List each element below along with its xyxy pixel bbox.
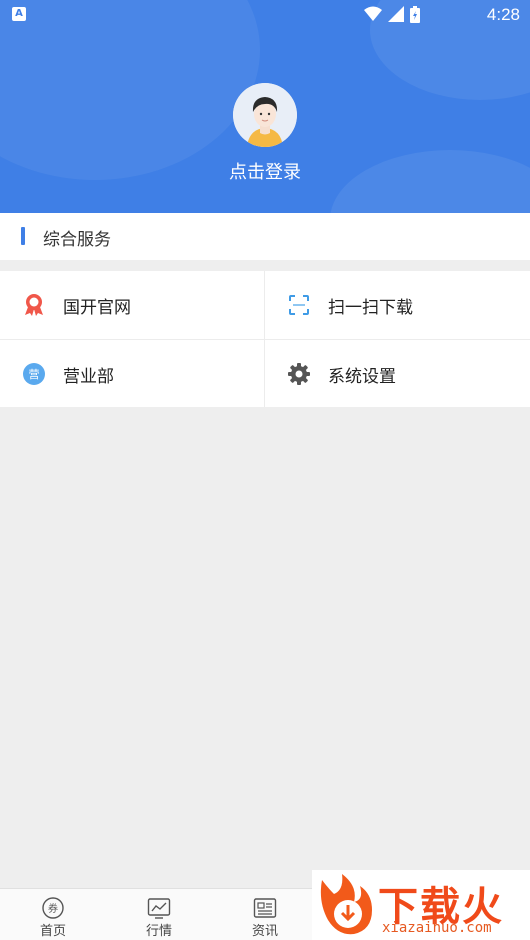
service-branch[interactable]: 营 营业部 bbox=[0, 340, 264, 408]
section-accent-bar bbox=[21, 227, 25, 245]
status-time: 4:28 bbox=[486, 5, 520, 24]
home-coupon-icon: 券 bbox=[42, 897, 64, 919]
avatar[interactable] bbox=[233, 83, 297, 147]
branch-icon: 营 bbox=[23, 363, 45, 385]
scan-icon bbox=[289, 295, 309, 315]
section-header: 综合服务 bbox=[0, 213, 530, 260]
market-chart-icon bbox=[147, 898, 171, 919]
wifi-icon bbox=[364, 6, 382, 21]
tab-news[interactable]: 资讯 bbox=[212, 893, 318, 939]
tab-label: 首页 bbox=[39, 924, 66, 939]
download-fire-logo-icon bbox=[320, 874, 372, 935]
signal-icon bbox=[388, 6, 404, 22]
login-link[interactable]: 点击登录 bbox=[0, 158, 530, 184]
user-avatar-icon bbox=[233, 83, 297, 147]
services-grid: 国开官网 扫一扫下载 营 营业部 系统设置 bbox=[0, 271, 530, 407]
status-icons bbox=[364, 5, 420, 23]
status-bar: A 4:28 bbox=[0, 0, 530, 28]
svg-text:营: 营 bbox=[29, 367, 40, 381]
service-label: 扫一扫下载 bbox=[328, 298, 413, 318]
svg-text:券: 券 bbox=[48, 902, 58, 915]
profile-header: A 4:28 点击登录 bbox=[0, 0, 530, 213]
service-label: 系统设置 bbox=[328, 367, 396, 387]
service-label: 营业部 bbox=[63, 367, 114, 387]
watermark: 下载火 xiazaihuo.com bbox=[312, 870, 530, 940]
tab-market[interactable]: 行情 bbox=[106, 893, 212, 939]
tab-home[interactable]: 券 首页 bbox=[0, 893, 106, 939]
battery-icon bbox=[410, 5, 420, 23]
app-a-icon: A bbox=[12, 7, 26, 21]
news-icon bbox=[253, 898, 277, 918]
section-title: 综合服务 bbox=[43, 230, 111, 250]
watermark-url: xiazaihuo.com bbox=[382, 920, 492, 936]
service-label: 国开官网 bbox=[63, 298, 131, 318]
tab-label: 资讯 bbox=[251, 924, 278, 939]
service-official-site[interactable]: 国开官网 bbox=[0, 271, 264, 339]
ribbon-icon bbox=[25, 294, 43, 316]
service-scan-download[interactable]: 扫一扫下载 bbox=[265, 271, 529, 339]
tab-label: 行情 bbox=[145, 924, 172, 939]
gear-icon bbox=[288, 363, 310, 385]
service-settings[interactable]: 系统设置 bbox=[265, 340, 529, 408]
